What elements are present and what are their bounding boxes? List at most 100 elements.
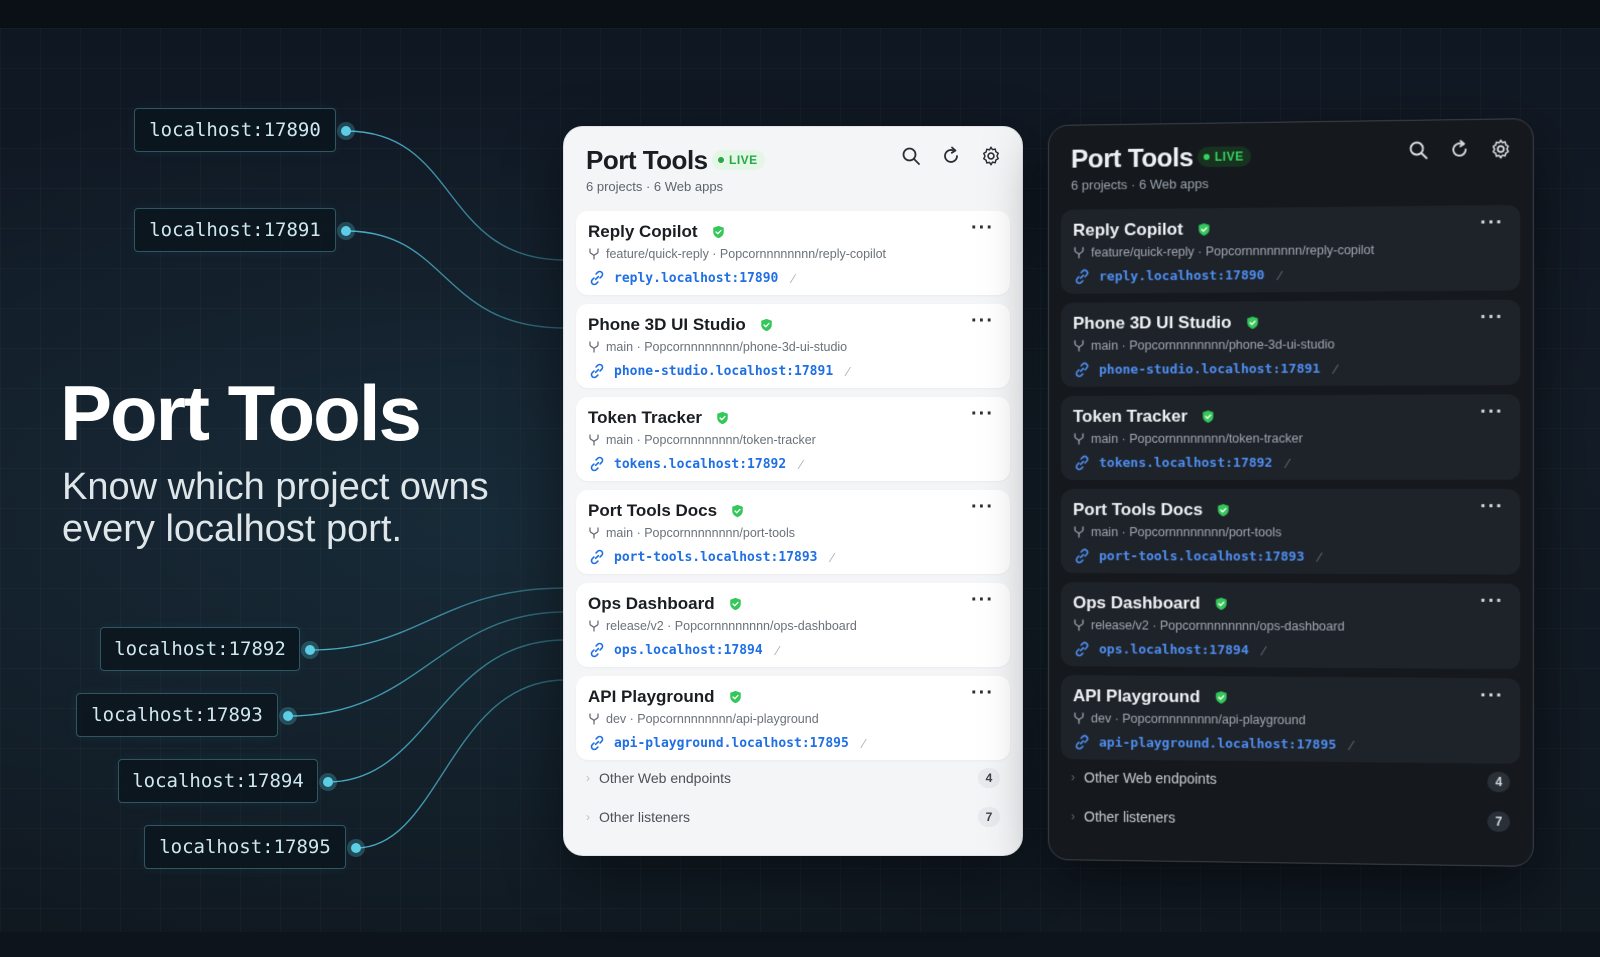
more-button[interactable]: ··· xyxy=(1480,211,1504,235)
branch-icon xyxy=(589,527,599,539)
project-name: Port Tools Docs xyxy=(588,501,718,520)
more-button[interactable]: ··· xyxy=(971,682,994,705)
branch-text: feature/quick-reply · Popcornnnnnnnn/rep… xyxy=(1090,242,1375,260)
project-url-link[interactable]: api-playground.localhost:17895 ⁄ xyxy=(1073,733,1353,754)
more-button[interactable]: ··· xyxy=(971,310,994,333)
project-card[interactable]: Phone 3D UI Studio ··· main · Popcornnnn… xyxy=(1060,299,1521,387)
branch-icon xyxy=(589,434,599,446)
search-button[interactable] xyxy=(898,143,924,169)
project-branch: main · Popcornnnnnnnn/token-tracker xyxy=(1073,431,1303,446)
edit-icon[interactable]: ⁄ xyxy=(1287,455,1289,470)
edit-icon[interactable]: ⁄ xyxy=(1319,549,1321,564)
project-card[interactable]: Port Tools Docs ··· main · Popcornnnnnnn… xyxy=(1060,488,1521,575)
wire-17895 xyxy=(355,679,566,849)
more-button[interactable]: ··· xyxy=(971,496,994,519)
branch-text: release/v2 · Popcornnnnnnnn/ops-dashboar… xyxy=(1090,618,1345,634)
wire-17894 xyxy=(327,639,566,783)
wire-17891 xyxy=(345,230,566,329)
link-icon xyxy=(590,456,604,472)
branch-icon xyxy=(1073,526,1085,538)
edit-icon[interactable]: ⁄ xyxy=(800,457,802,472)
project-card[interactable]: Port Tools Docs ··· main · Popcornnnnnnn… xyxy=(576,490,1010,574)
settings-button[interactable] xyxy=(1487,136,1514,163)
project-url-link[interactable]: reply.localhost:17890 ⁄ xyxy=(588,269,795,287)
project-card[interactable]: API Playground ··· dev · Popcornnnnnnnn/… xyxy=(1060,675,1521,764)
edit-icon[interactable]: ⁄ xyxy=(832,550,834,565)
panel-header: Port Tools LIVE 6 projects · 6 Web apps xyxy=(1049,119,1533,204)
edit-icon[interactable]: ⁄ xyxy=(847,364,849,379)
project-url-link[interactable]: ops.localhost:17894 ⁄ xyxy=(1073,640,1265,659)
refresh-icon xyxy=(1449,139,1470,160)
edit-icon[interactable]: ⁄ xyxy=(1351,737,1353,752)
more-button[interactable]: ··· xyxy=(1480,400,1504,423)
project-branch: main · Popcornnnnnnnn/phone-3d-ui-studio xyxy=(588,340,847,354)
more-button[interactable]: ··· xyxy=(971,403,994,426)
project-url-link[interactable]: reply.localhost:17890 ⁄ xyxy=(1073,266,1281,286)
more-button[interactable]: ··· xyxy=(1480,590,1504,613)
project-card[interactable]: API Playground ··· dev · Popcornnnnnnnn/… xyxy=(576,676,1010,760)
more-button[interactable]: ··· xyxy=(1480,495,1504,518)
panel-toolbar xyxy=(1405,136,1514,164)
edit-icon[interactable]: ⁄ xyxy=(1263,643,1265,658)
more-button[interactable]: ··· xyxy=(971,589,994,612)
link-icon xyxy=(590,549,604,565)
project-url-link[interactable]: api-playground.localhost:17895 ⁄ xyxy=(588,734,865,752)
project-url-link[interactable]: port-tools.localhost:17893 ⁄ xyxy=(1073,547,1321,566)
project-url-link[interactable]: port-tools.localhost:17893 ⁄ xyxy=(588,548,834,566)
project-url-link[interactable]: ops.localhost:17894 ⁄ xyxy=(588,641,779,659)
link-icon xyxy=(590,735,604,751)
edit-icon[interactable]: ⁄ xyxy=(1335,361,1337,376)
edit-icon[interactable]: ⁄ xyxy=(777,643,779,658)
shield-check-icon xyxy=(717,411,728,425)
project-url-link[interactable]: tokens.localhost:17892 ⁄ xyxy=(588,455,802,473)
other-web-endpoints-row[interactable]: › Other Web endpoints 4 xyxy=(586,763,1000,793)
hero-subtitle-line1: Know which project owns xyxy=(62,466,489,508)
edit-icon[interactable]: ⁄ xyxy=(792,271,794,286)
link-icon xyxy=(1073,361,1091,379)
count-badge: 7 xyxy=(978,807,1000,827)
search-button[interactable] xyxy=(1405,137,1432,164)
app-panel-dark: Port Tools LIVE 6 projects · 6 Web apps … xyxy=(1048,118,1534,867)
edit-icon[interactable]: ⁄ xyxy=(1279,267,1281,282)
chevron-right-icon: › xyxy=(1070,809,1075,824)
live-dot-icon xyxy=(718,157,724,163)
url-text: api-playground.localhost:17895 xyxy=(1098,734,1337,753)
project-card[interactable]: Token Tracker ··· main · Popcornnnnnnnn/… xyxy=(1060,394,1521,480)
project-card[interactable]: Reply Copilot ··· feature/quick-reply · … xyxy=(576,211,1010,295)
url-text: reply.localhost:17890 xyxy=(1098,267,1265,285)
project-branch: dev · Popcornnnnnnnn/api-playground xyxy=(1073,711,1306,727)
project-branch: feature/quick-reply · Popcornnnnnnnn/rep… xyxy=(1073,243,1374,260)
settings-button[interactable] xyxy=(978,143,1004,169)
edit-icon[interactable]: ⁄ xyxy=(863,736,865,751)
project-list: Reply Copilot ··· feature/quick-reply · … xyxy=(1060,204,1521,773)
live-label: LIVE xyxy=(729,153,758,167)
project-card[interactable]: Phone 3D UI Studio ··· main · Popcornnnn… xyxy=(576,304,1010,388)
project-card[interactable]: Ops Dashboard ··· release/v2 · Popcornnn… xyxy=(576,583,1010,667)
hero-subtitle: Know which project owns every localhost … xyxy=(62,466,532,550)
project-name: Phone 3D UI Studio xyxy=(588,315,746,334)
project-name: API Playground xyxy=(1072,686,1201,707)
panel-toolbar xyxy=(898,143,1004,169)
other-listeners-row[interactable]: › Other listeners 7 xyxy=(1070,801,1511,837)
more-button[interactable]: ··· xyxy=(971,217,994,240)
other-web-endpoints-row[interactable]: › Other Web endpoints 4 xyxy=(1071,762,1511,797)
project-url-link[interactable]: phone-studio.localhost:17891 ⁄ xyxy=(1073,360,1337,379)
project-card[interactable]: Ops Dashboard ··· release/v2 · Popcornnn… xyxy=(1060,582,1521,670)
wire-17893 xyxy=(287,611,566,717)
project-card[interactable]: Reply Copilot ··· feature/quick-reply · … xyxy=(1060,204,1521,294)
project-url-link[interactable]: phone-studio.localhost:17891 ⁄ xyxy=(588,362,849,380)
branch-icon xyxy=(589,620,599,632)
more-button[interactable]: ··· xyxy=(1480,684,1504,708)
app-panel-light: Port Tools LIVE 6 projects · 6 Web apps … xyxy=(563,126,1023,856)
branch-icon xyxy=(1073,619,1085,631)
branch-icon xyxy=(589,713,599,725)
refresh-button[interactable] xyxy=(938,143,964,169)
count-badge: 4 xyxy=(1487,771,1511,793)
project-card[interactable]: Token Tracker ··· main · Popcornnnnnnnn/… xyxy=(576,397,1010,481)
other-listeners-row[interactable]: › Other listeners 7 xyxy=(586,802,1000,832)
refresh-button[interactable] xyxy=(1446,136,1473,163)
more-button[interactable]: ··· xyxy=(1480,306,1504,330)
project-name: Ops Dashboard xyxy=(1072,593,1201,613)
port-chip-17894: localhost:17894 xyxy=(118,759,318,803)
project-url-link[interactable]: tokens.localhost:17892 ⁄ xyxy=(1073,454,1289,472)
